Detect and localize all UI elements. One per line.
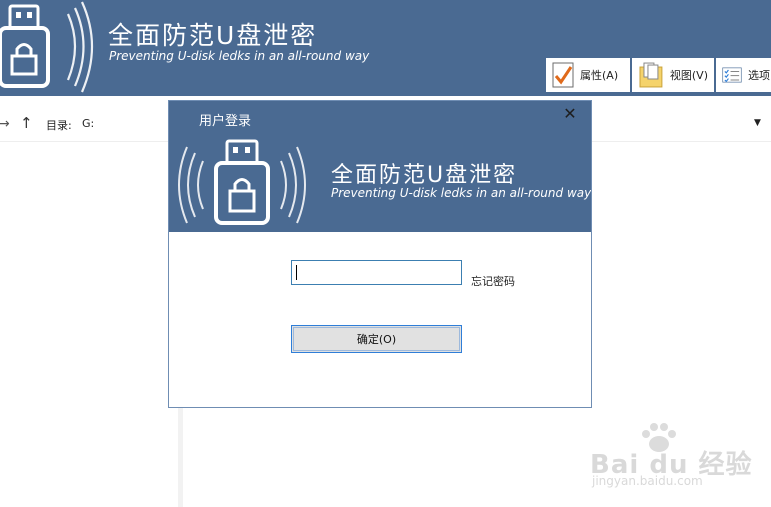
baidu-watermark: Bai du 经验 jingyan.baidu.com	[590, 418, 752, 498]
view-button[interactable]: 视图(V)	[632, 58, 714, 92]
password-input[interactable]	[291, 260, 462, 285]
view-label: 视图(V)	[669, 69, 708, 82]
dialog-brand-subtitle: Preventing U-disk ledks in an all-round …	[331, 186, 591, 200]
forgot-password-link[interactable]: 忘记密码	[471, 273, 515, 289]
dropdown-arrow-icon[interactable]: ▼	[754, 118, 761, 128]
app-title: 全面防范U盘泄密	[108, 21, 318, 50]
up-arrow-icon[interactable]: ↑	[20, 114, 33, 132]
options-button[interactable]: 选项	[716, 58, 771, 92]
close-icon[interactable]: ✕	[561, 105, 579, 123]
folder-view-icon	[639, 62, 663, 88]
login-dialog: 用户登录 ✕ 全面防范U盘泄密 Preventing U-disk ledks …	[168, 100, 592, 408]
text-caret	[296, 265, 297, 280]
dialog-brand-title: 全面防范U盘泄密	[331, 163, 518, 188]
usb-lock-icon	[0, 1, 94, 93]
dialog-title: 用户登录	[199, 114, 252, 129]
options-label: 选项	[748, 69, 770, 82]
properties-label: 属性(A)	[580, 69, 619, 82]
forward-arrow-icon[interactable]: →	[0, 116, 10, 132]
usb-lock-icon	[178, 139, 306, 225]
options-list-icon	[722, 67, 742, 83]
properties-button[interactable]: 属性(A)	[546, 58, 630, 92]
app-header: 全面防范U盘泄密 Preventing U-disk ledks in an a…	[0, 0, 771, 96]
watermark-url: jingyan.baidu.com	[592, 474, 703, 488]
directory-value[interactable]: G:	[82, 117, 94, 130]
ok-button-focus-ring	[293, 327, 460, 351]
ok-button[interactable]: 确定(O)	[291, 325, 462, 353]
app-subtitle: Preventing U-disk ledks in an all-round …	[109, 49, 370, 63]
checklist-icon	[552, 62, 574, 88]
directory-label: 目录:	[46, 119, 72, 132]
dialog-banner: 用户登录 ✕ 全面防范U盘泄密 Preventing U-disk ledks …	[169, 101, 591, 232]
